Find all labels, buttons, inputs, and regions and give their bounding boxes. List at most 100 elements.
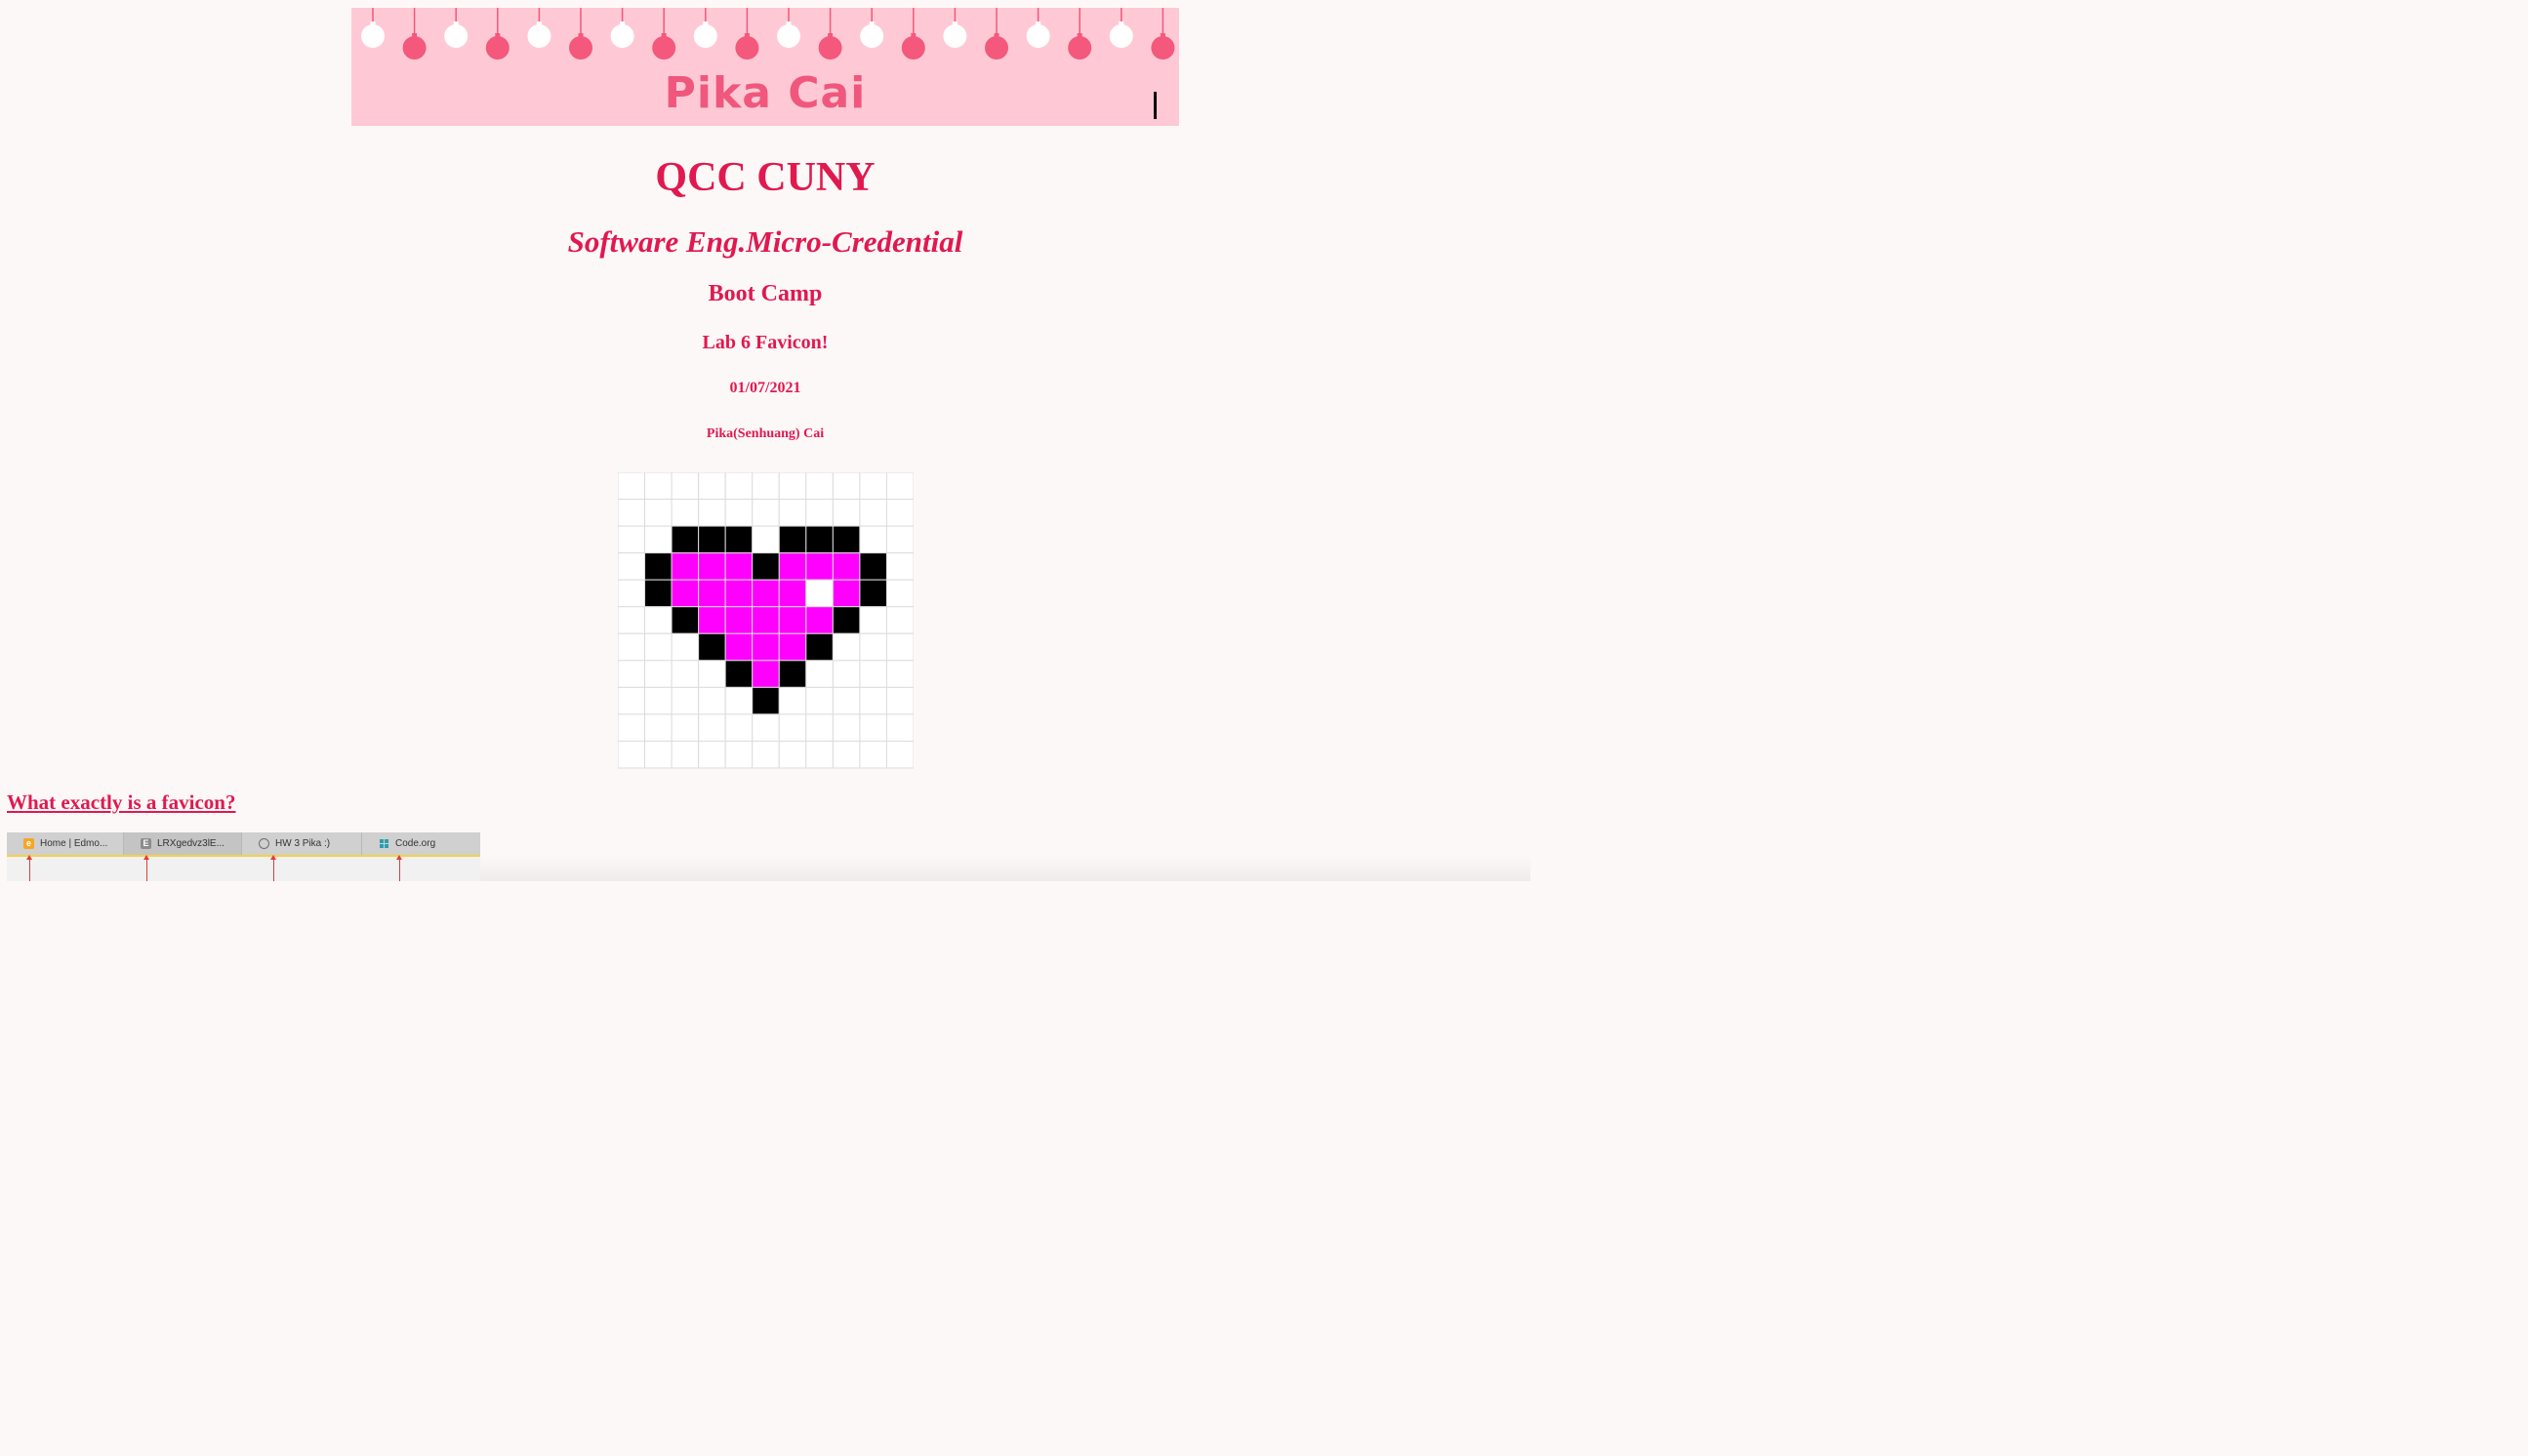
pixel-cell (752, 606, 780, 634)
tab-label: LRXgedvz3lE... (157, 838, 224, 849)
pixel-cell (832, 525, 861, 554)
ornament-ball (901, 36, 925, 60)
arrow-pointer (396, 855, 402, 881)
ornament-ball (1151, 36, 1175, 60)
pixel-cell (644, 740, 673, 769)
pixel-cell (752, 686, 780, 715)
pixel-cell (617, 740, 646, 769)
banner-title: Pika Cai (664, 68, 867, 118)
pixel-grid (617, 471, 915, 769)
pixel-cell (832, 632, 861, 662)
ornament-ball (527, 24, 551, 48)
pixel-cell (724, 499, 754, 527)
pixel-cell (885, 660, 915, 688)
pixel-cell (644, 660, 673, 688)
pixel-cell (885, 713, 915, 742)
pixel-cell (832, 686, 861, 715)
pixel-cell (832, 606, 861, 634)
ornament-ball (777, 24, 800, 48)
pixel-cell (832, 579, 861, 608)
pixel-cell (885, 740, 915, 769)
pixel-cell (778, 740, 807, 769)
code-org-glyph (380, 839, 388, 848)
pixel-cell (885, 686, 915, 715)
pixel-cell (752, 579, 780, 608)
pixel-cell (671, 632, 700, 662)
ornament-ball (860, 24, 884, 48)
ornament-ball (1068, 36, 1092, 60)
pixel-cell (885, 499, 915, 527)
lab-heading: Lab 6 Favicon! (702, 332, 829, 353)
pixel-cell (832, 740, 861, 769)
pixel-cell (617, 579, 646, 608)
pixel-cell (859, 686, 887, 715)
pixel-cell (778, 660, 807, 688)
pixel-cell (805, 686, 834, 715)
pixel-cell (698, 525, 726, 554)
pixel-cell (724, 579, 754, 608)
pixel-cell (752, 552, 780, 581)
pixel-cell (752, 713, 780, 742)
pixel-cell (859, 552, 887, 581)
pixel-cell (644, 499, 673, 527)
pixel-cell (859, 525, 887, 554)
pixel-cell (805, 579, 834, 608)
pixel-cell (698, 606, 726, 634)
ornament-ball (610, 24, 634, 48)
pixel-cell (617, 660, 646, 688)
pixel-cell (617, 499, 646, 527)
pixel-cell (805, 740, 834, 769)
pixel-cell (617, 632, 646, 662)
pixel-cell (859, 713, 887, 742)
pixel-cell (885, 606, 915, 634)
school-heading: QCC CUNY (655, 155, 876, 200)
pixel-cell (752, 499, 780, 527)
tab-home-edmodo: e Home | Edmo... (7, 832, 124, 855)
pixel-cell (778, 499, 807, 527)
pixel-cell (698, 740, 726, 769)
pixel-cell (832, 552, 861, 581)
text-cursor (1154, 92, 1157, 119)
favicon-info-link[interactable]: What exactly is a favicon? (7, 790, 235, 815)
tab-label: Code.org (395, 838, 436, 849)
pixel-cell (671, 471, 700, 501)
pixel-cell (778, 632, 807, 662)
ornament-ball (402, 36, 427, 60)
pixel-cell (752, 632, 780, 662)
pixel-cell (724, 606, 754, 634)
pixel-cell (859, 606, 887, 634)
pixel-cell (832, 660, 861, 688)
pixel-cell (778, 606, 807, 634)
pixel-cell (724, 686, 754, 715)
pixel-cell (832, 471, 861, 501)
ornament-ball (943, 24, 967, 48)
ornament-ball (985, 36, 1008, 60)
pixel-cell (805, 660, 834, 688)
pixel-cell (832, 499, 861, 527)
pixel-cell (805, 552, 834, 581)
pixel-cell (778, 525, 807, 554)
pixel-cell (778, 579, 807, 608)
pixel-cell (859, 660, 887, 688)
pixel-cell (724, 740, 754, 769)
pixel-cell (644, 579, 673, 608)
pixel-cell (778, 686, 807, 715)
pixel-cell (644, 686, 673, 715)
pixel-cell (671, 740, 700, 769)
pixel-cell (644, 713, 673, 742)
pixel-cell (752, 660, 780, 688)
pixel-cell (698, 632, 726, 662)
pixel-cell (698, 686, 726, 715)
ornament-ball (735, 36, 759, 60)
pixel-cell (885, 525, 915, 554)
pixel-cell (724, 525, 754, 554)
pixel-cell (805, 471, 834, 501)
pixel-cell (698, 579, 726, 608)
pixel-cell (805, 499, 834, 527)
pixel-cell (805, 606, 834, 634)
arrow-pointer (143, 855, 149, 881)
pixel-cell (778, 713, 807, 742)
ornament-ball (652, 36, 676, 60)
tab-lrx: E LRXgedvz3lE... (124, 832, 242, 855)
letter-e-icon: E (141, 838, 151, 849)
